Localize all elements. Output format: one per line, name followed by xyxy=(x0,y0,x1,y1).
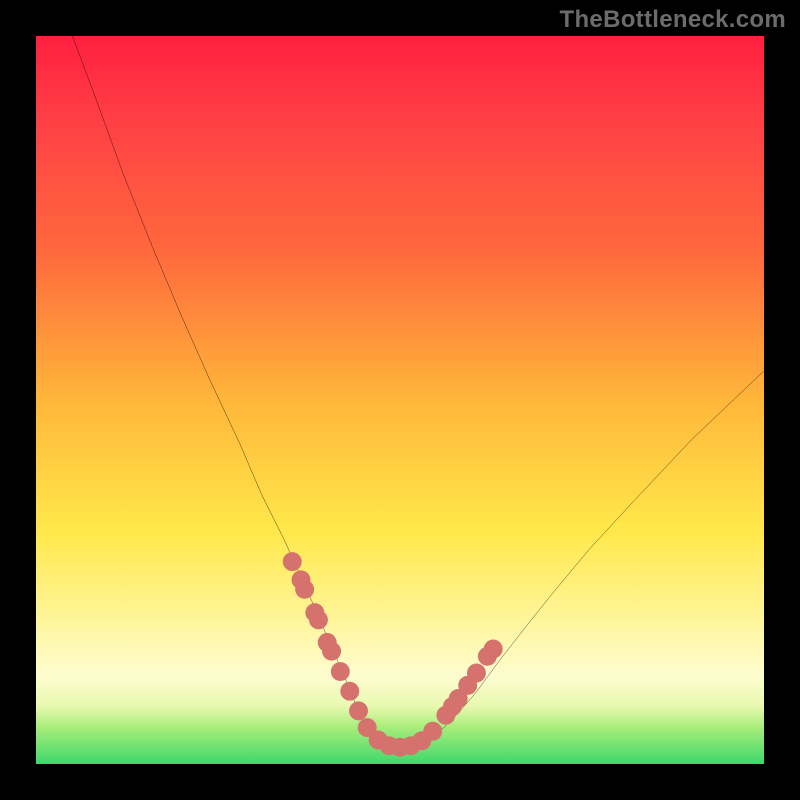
chart-overlay xyxy=(36,36,764,764)
marker-point xyxy=(484,640,503,659)
marker-point xyxy=(423,722,442,741)
chart-frame: TheBottleneck.com xyxy=(0,0,800,800)
marker-point xyxy=(467,664,486,683)
marker-point xyxy=(340,682,359,701)
bottleneck-curve xyxy=(72,36,764,747)
marker-point xyxy=(309,610,328,629)
marker-point xyxy=(349,701,368,720)
marker-point xyxy=(283,552,302,571)
marker-group xyxy=(283,552,503,757)
attribution-label: TheBottleneck.com xyxy=(560,6,786,34)
marker-point xyxy=(331,662,350,681)
marker-point xyxy=(295,580,314,599)
marker-point xyxy=(322,642,341,661)
